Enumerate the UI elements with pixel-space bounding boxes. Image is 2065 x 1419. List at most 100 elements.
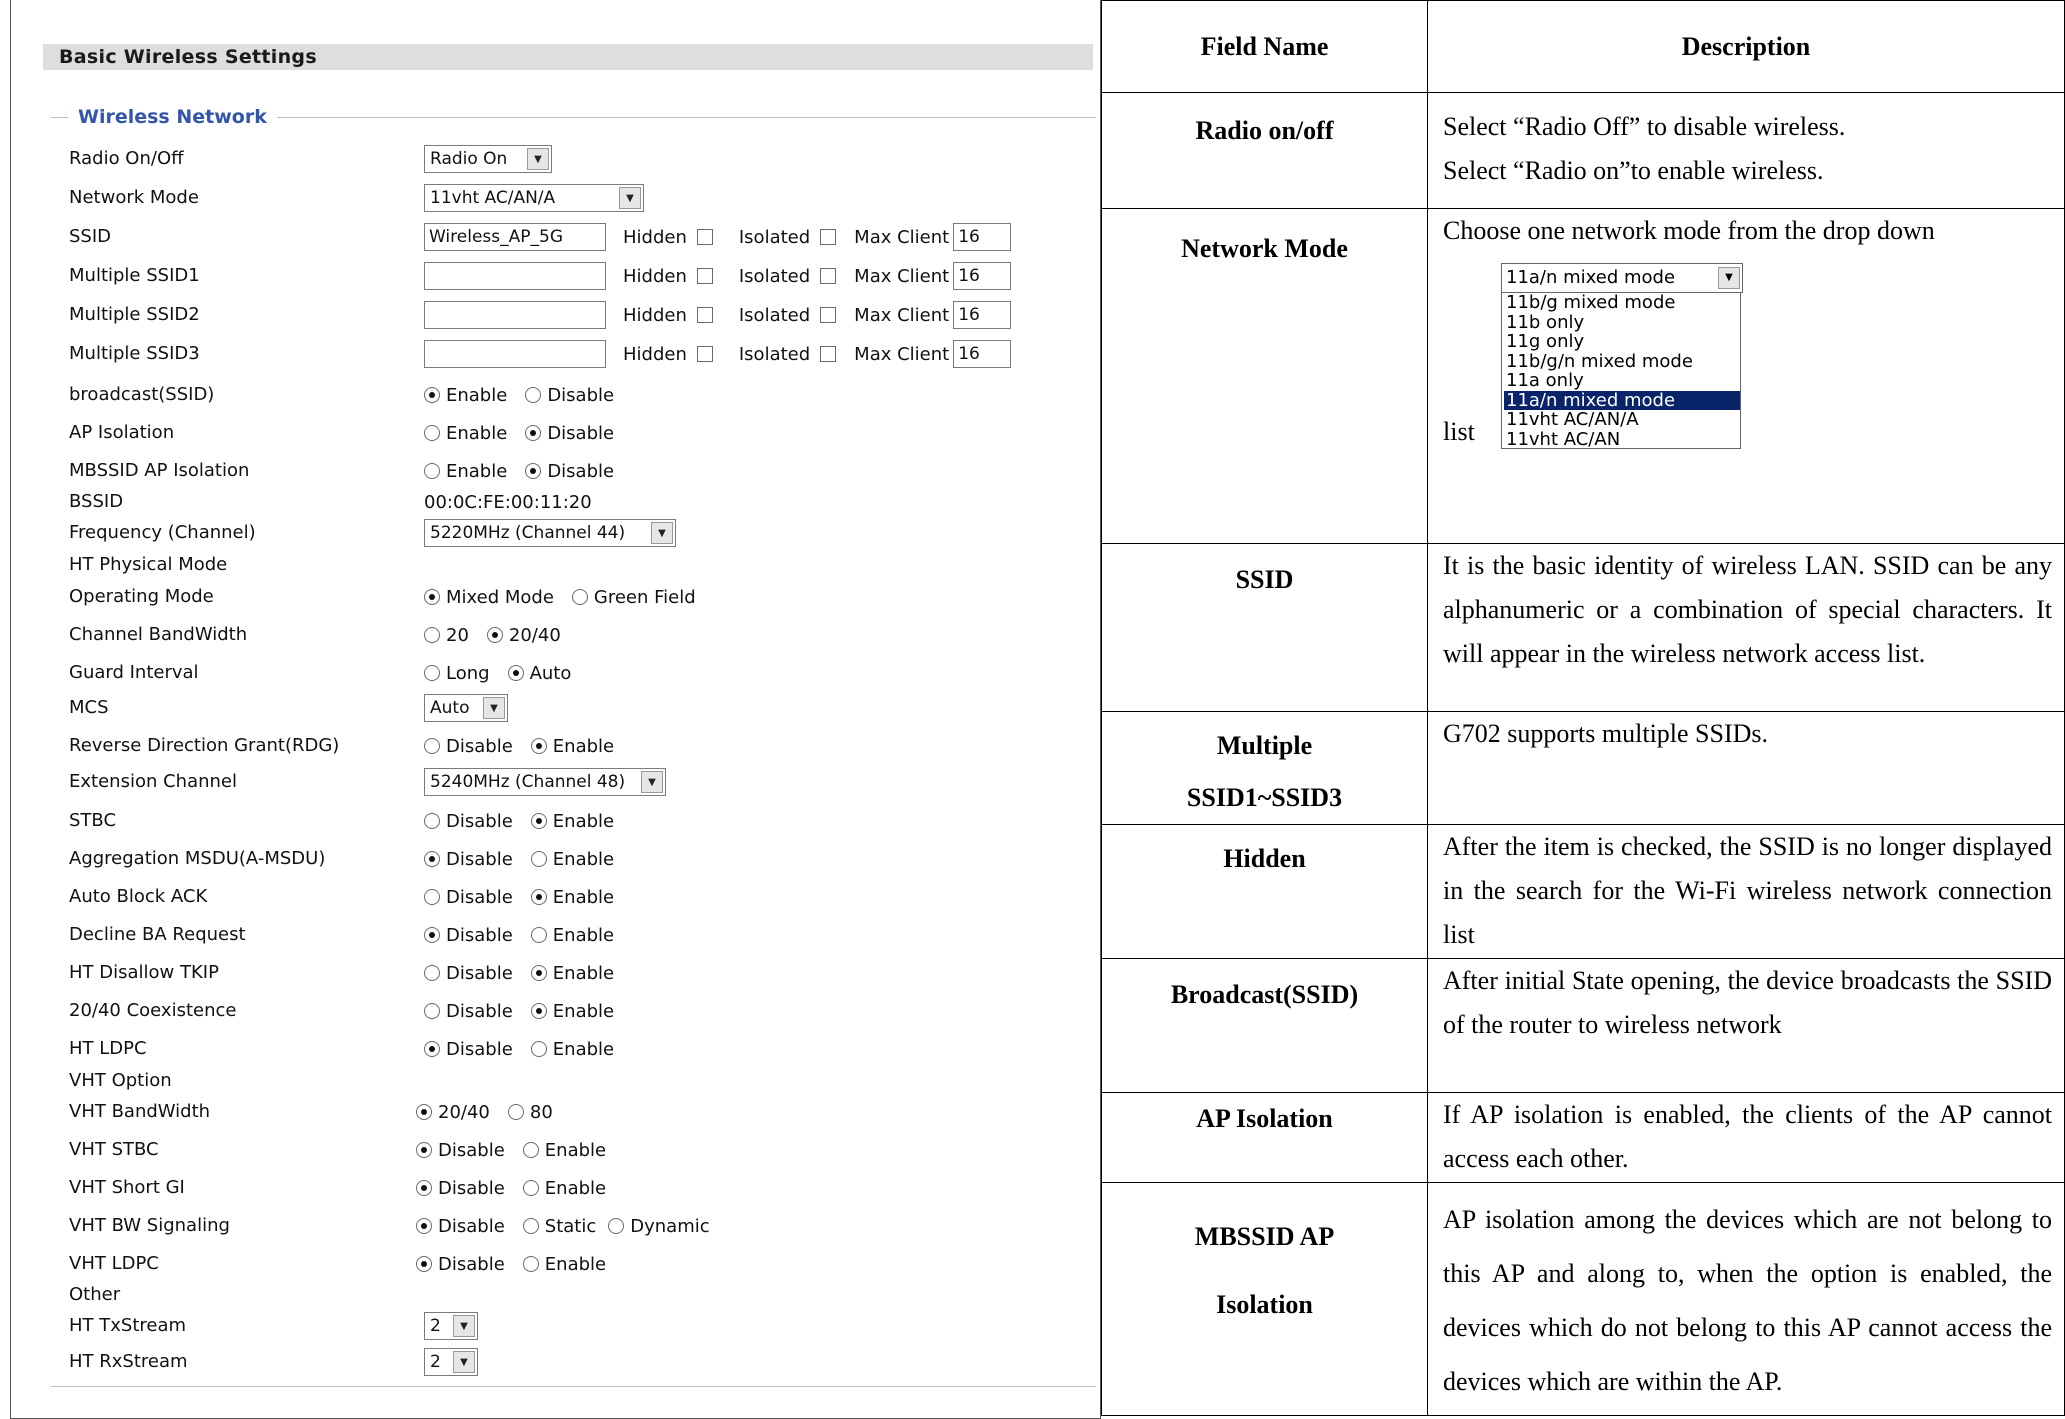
tkip-disable-radio[interactable] bbox=[424, 965, 440, 981]
isolated-label: Isolated bbox=[738, 304, 811, 326]
hidden-checkbox[interactable] bbox=[696, 268, 713, 284]
row-vht-bandwidth: VHT BandWidth 20/40 80 bbox=[69, 1097, 1089, 1127]
tx-stream-select[interactable]: 2 ▼ bbox=[424, 1312, 478, 1340]
mssid3-input[interactable] bbox=[424, 340, 606, 368]
hidden-label: Hidden bbox=[623, 343, 687, 365]
green-field-label: Green Field bbox=[593, 586, 696, 608]
mbssid-disable-radio[interactable] bbox=[525, 463, 542, 479]
hidden-checkbox[interactable] bbox=[696, 307, 713, 323]
network-mode-label: Network Mode bbox=[69, 187, 199, 208]
max-client-label: Max Client bbox=[854, 304, 950, 326]
mbssid-enable-radio[interactable] bbox=[424, 463, 440, 479]
mssid2-input[interactable] bbox=[424, 301, 606, 329]
radio-onoff-select[interactable]: Radio On ▼ bbox=[424, 145, 552, 173]
vht-stbc-disable-radio[interactable] bbox=[416, 1142, 432, 1158]
network-mode-dropdown-illustration: 11a/n mixed mode ▼ 11b/g mixed mode 11b … bbox=[1443, 253, 2052, 451]
row-frequency: Frequency (Channel) 5220MHz (Channel 44)… bbox=[69, 518, 1089, 548]
isolated-checkbox[interactable] bbox=[820, 229, 837, 245]
ap-isolation-enable-radio[interactable] bbox=[424, 425, 440, 441]
max-client-label: Max Client bbox=[854, 226, 950, 248]
frequency-select[interactable]: 5220MHz (Channel 44) ▼ bbox=[424, 519, 676, 547]
description-cell: Choose one network mode from the drop do… bbox=[1427, 208, 2065, 544]
coex-enable-radio[interactable] bbox=[530, 1003, 547, 1019]
broadcast-disable-radio[interactable] bbox=[525, 387, 542, 403]
row-bssid: BSSID 00:0C:FE:00:11:20 bbox=[69, 487, 1089, 517]
isolated-checkbox[interactable] bbox=[820, 307, 837, 323]
ap-isolation-label: AP Isolation bbox=[69, 422, 175, 443]
hidden-checkbox[interactable] bbox=[696, 229, 713, 245]
gi-long-label: Long bbox=[446, 662, 490, 684]
signaling-dynamic-radio[interactable] bbox=[608, 1218, 625, 1234]
stbc-enable-radio[interactable] bbox=[530, 813, 547, 829]
rdg-disable-radio[interactable] bbox=[424, 738, 440, 754]
hidden-checkbox[interactable] bbox=[696, 346, 713, 362]
tkip-enable-radio[interactable] bbox=[530, 965, 547, 981]
rx-stream-select[interactable]: 2 ▼ bbox=[424, 1348, 478, 1376]
other-label: Other bbox=[69, 1284, 121, 1305]
mixed-mode-radio[interactable] bbox=[424, 589, 440, 605]
ht-ldpc-enable-radio[interactable] bbox=[530, 1041, 547, 1057]
gi-auto-radio[interactable] bbox=[507, 665, 524, 681]
enable-label: Enable bbox=[552, 886, 615, 908]
network-mode-select[interactable]: 11vht AC/AN/A ▼ bbox=[424, 184, 644, 212]
vht-sgi-disable-radio[interactable] bbox=[416, 1180, 432, 1196]
max-client-input[interactable]: 16 bbox=[953, 301, 1012, 329]
signaling-static-radio[interactable] bbox=[522, 1218, 539, 1234]
signaling-disable-radio[interactable] bbox=[416, 1218, 432, 1234]
amsdu-enable-radio[interactable] bbox=[530, 851, 547, 867]
block-ack-disable-radio[interactable] bbox=[424, 889, 440, 905]
decline-ba-label: Decline BA Request bbox=[69, 924, 246, 945]
bw-2040-radio[interactable] bbox=[486, 627, 503, 643]
description-line: list bbox=[1443, 417, 1475, 446]
mssid1-input[interactable] bbox=[424, 262, 606, 290]
mssid2-label: Multiple SSID2 bbox=[69, 304, 200, 325]
row-ht-ldpc: HT LDPC Disable Enable bbox=[69, 1034, 1089, 1064]
description-line: Select “Radio Off” to disable wireless. bbox=[1443, 112, 1846, 141]
ext-channel-select[interactable]: 5240MHz (Channel 48) ▼ bbox=[424, 768, 666, 796]
enable-label: Enable bbox=[552, 1038, 615, 1060]
broadcast-enable-radio[interactable] bbox=[424, 387, 440, 403]
vht-bw-80-radio[interactable] bbox=[507, 1104, 524, 1120]
max-client-input[interactable]: 16 bbox=[953, 262, 1012, 290]
bssid-value: 00:0C:FE:00:11:20 bbox=[424, 491, 592, 513]
dropdown-option: 11b/g mixed mode bbox=[1506, 292, 1676, 313]
mcs-select[interactable]: Auto ▼ bbox=[424, 694, 508, 722]
field-name-cell: Network Mode bbox=[1101, 208, 1428, 544]
vht-stbc-enable-radio[interactable] bbox=[522, 1142, 539, 1158]
vht-bw-2040-radio[interactable] bbox=[416, 1104, 432, 1120]
gi-auto-label: Auto bbox=[529, 662, 572, 684]
gi-long-radio[interactable] bbox=[424, 665, 440, 681]
coex-disable-radio[interactable] bbox=[424, 1003, 440, 1019]
dropdown-option: 11a only bbox=[1506, 370, 1584, 391]
decline-ba-enable-radio[interactable] bbox=[530, 927, 547, 943]
stbc-disable-radio[interactable] bbox=[424, 813, 440, 829]
description-cell: AP isolation among the devices which are… bbox=[1427, 1182, 2065, 1416]
row-ht-txstream: HT TxStream 2 ▼ bbox=[69, 1311, 1089, 1341]
row-guard-interval: Guard Interval Long Auto bbox=[69, 658, 1089, 688]
row-rdg: Reverse Direction Grant(RDG) Disable Ena… bbox=[69, 731, 1089, 761]
max-client-input[interactable]: 16 bbox=[953, 223, 1012, 251]
broadcast-label: broadcast(SSID) bbox=[69, 384, 215, 405]
vht-sgi-enable-radio[interactable] bbox=[522, 1180, 539, 1196]
vht-ldpc-disable-radio[interactable] bbox=[416, 1256, 432, 1272]
decline-ba-disable-radio[interactable] bbox=[424, 927, 440, 943]
chevron-down-icon: ▼ bbox=[619, 187, 641, 209]
isolated-checkbox[interactable] bbox=[820, 346, 837, 362]
dropdown-option: 11vht AC/AN bbox=[1506, 428, 1621, 450]
ssid-input[interactable]: Wireless_AP_5G bbox=[424, 223, 606, 251]
vht-ldpc-enable-radio[interactable] bbox=[522, 1256, 539, 1272]
field-description-document: Field Name Description Radio on/off Sele… bbox=[1101, 0, 2065, 1419]
network-mode-value: 11vht AC/AN/A bbox=[430, 188, 556, 208]
ap-isolation-disable-radio[interactable] bbox=[525, 425, 542, 441]
isolated-checkbox[interactable] bbox=[820, 268, 837, 284]
block-ack-enable-radio[interactable] bbox=[530, 889, 547, 905]
rdg-enable-radio[interactable] bbox=[530, 738, 547, 754]
dropdown-option: 11b/g/n mixed mode bbox=[1506, 350, 1693, 372]
ht-ldpc-disable-radio[interactable] bbox=[424, 1041, 440, 1057]
enable-label: Enable bbox=[446, 384, 508, 406]
green-field-radio[interactable] bbox=[571, 589, 588, 605]
max-client-input[interactable]: 16 bbox=[953, 340, 1012, 368]
amsdu-disable-radio[interactable] bbox=[424, 851, 440, 867]
disable-label: Disable bbox=[547, 422, 615, 444]
bw-20-radio[interactable] bbox=[424, 627, 440, 643]
